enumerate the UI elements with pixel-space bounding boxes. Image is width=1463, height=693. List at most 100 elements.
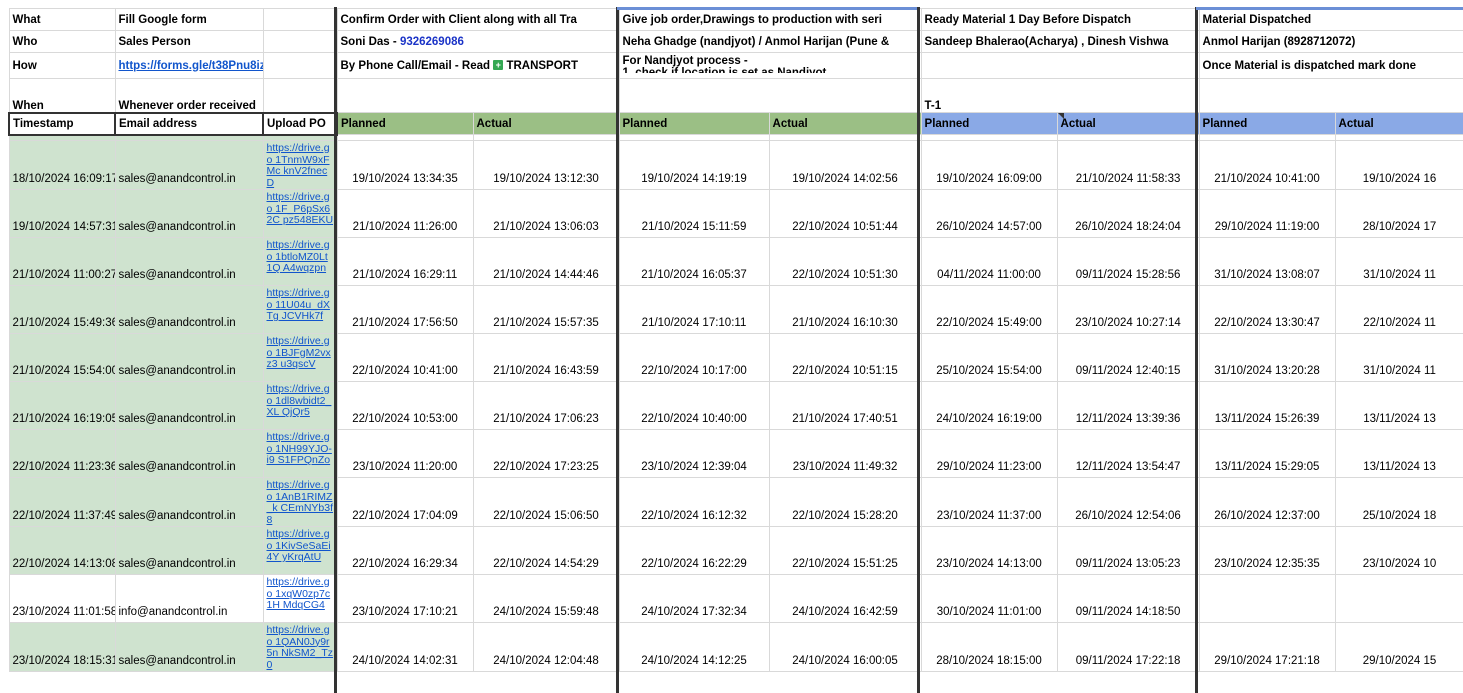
table-row[interactable]: 21/10/2024 11:00:27 sales@anandcontrol.in… [8, 237, 1463, 286]
planned-header-1[interactable]: Planned [336, 112, 474, 135]
upload-po-cell[interactable]: https://drive.go 1TnmW9xFMc knV2fnecD [262, 140, 338, 190]
actual-cell[interactable]: 22/10/2024 14:54:29 [472, 526, 620, 575]
timestamp-cell[interactable]: 19/10/2024 14:57:31 [8, 189, 116, 238]
upload-po-cell[interactable]: https://drive.go 1btloMZ0Lt1Q A4wqzpn [262, 237, 338, 286]
planned-cell[interactable]: 21/10/2024 17:56:50 [336, 285, 474, 334]
planned-cell[interactable]: 22/10/2024 10:41:00 [336, 333, 474, 382]
actual-cell[interactable]: 28/10/2024 17 [1334, 189, 1463, 238]
email-cell[interactable]: info@anandcontrol.in [114, 574, 264, 623]
table-row[interactable]: 22/10/2024 11:37:49 sales@anandcontrol.in… [8, 477, 1463, 527]
planned-cell[interactable]: 23/10/2024 17:10:21 [336, 574, 474, 623]
planned-cell[interactable]: 22/10/2024 17:04:09 [336, 477, 474, 527]
actual-cell[interactable]: 24/10/2024 16:00:05 [768, 622, 922, 672]
actual-cell[interactable]: 22/10/2024 15:06:50 [472, 477, 620, 527]
planned-cell[interactable]: 23/10/2024 11:20:00 [336, 429, 474, 478]
planned-cell[interactable]: 22/10/2024 10:40:00 [618, 381, 770, 430]
planned-cell[interactable]: 24/10/2024 14:02:31 [336, 622, 474, 672]
planned-cell[interactable]: 21/10/2024 10:41:00 [1198, 140, 1336, 190]
actual-cell[interactable]: 24/10/2024 12:04:48 [472, 622, 620, 672]
actual-cell[interactable]: 22/10/2024 17:23:25 [472, 429, 620, 478]
timestamp-cell[interactable]: 21/10/2024 15:49:36 [8, 285, 116, 334]
planned-cell[interactable]: 19/10/2024 14:19:19 [618, 140, 770, 190]
planned-cell[interactable]: 21/10/2024 15:11:59 [618, 189, 770, 238]
timestamp-cell[interactable]: 18/10/2024 16:09:17 [8, 140, 116, 190]
planned-cell[interactable]: 21/10/2024 11:26:00 [336, 189, 474, 238]
planned-cell[interactable]: 22/10/2024 16:22:29 [618, 526, 770, 575]
planned-header-2[interactable]: Planned [618, 112, 770, 135]
planned-header-4[interactable]: Planned [1198, 112, 1336, 135]
timestamp-cell[interactable]: 22/10/2024 11:23:36 [8, 429, 116, 478]
planned-cell[interactable]: 28/10/2024 18:15:00 [920, 622, 1058, 672]
planned-cell[interactable]: 22/10/2024 10:17:00 [618, 333, 770, 382]
planned-cell[interactable]: 26/10/2024 12:37:00 [1198, 477, 1336, 527]
upload-po-header[interactable]: Upload PO [262, 111, 338, 136]
upload-po-cell[interactable]: https://drive.go 1NH99YJO-i9 S1FPQnZo [262, 429, 338, 478]
planned-header-3[interactable]: Planned [920, 112, 1058, 135]
timestamp-cell[interactable]: 22/10/2024 14:13:08 [8, 526, 116, 575]
planned-cell[interactable]: 19/10/2024 16:09:00 [920, 140, 1058, 190]
table-row[interactable]: 22/10/2024 11:23:36 sales@anandcontrol.in… [8, 429, 1463, 478]
upload-po-cell[interactable]: https://drive.go 1QAN0Jy9r5n NkSM2_Tz0 [262, 622, 338, 672]
planned-cell[interactable] [1198, 574, 1336, 623]
actual-cell[interactable]: 19/10/2024 16 [1334, 140, 1463, 190]
actual-cell[interactable]: 23/10/2024 10 [1334, 526, 1463, 575]
timestamp-cell[interactable]: 21/10/2024 11:00:27 [8, 237, 116, 286]
planned-cell[interactable]: 24/10/2024 14:12:25 [618, 622, 770, 672]
planned-cell[interactable]: 22/10/2024 13:30:47 [1198, 285, 1336, 334]
actual-cell[interactable]: 09/11/2024 13:05:23 [1056, 526, 1200, 575]
timestamp-cell[interactable]: 22/10/2024 11:37:49 [8, 477, 116, 527]
form-link[interactable]: https://forms.gle/t38Pnu8izYC4BqMF8 [114, 52, 264, 79]
planned-cell[interactable]: 30/10/2024 11:01:00 [920, 574, 1058, 623]
table-row[interactable]: 21/10/2024 16:19:05 sales@anandcontrol.in… [8, 381, 1463, 430]
upload-po-cell[interactable]: https://drive.go 1xqW0zp7c1H MdqCG4 [262, 574, 338, 623]
table-row[interactable]: 23/10/2024 11:01:58 info@anandcontrol.in h… [8, 574, 1463, 623]
planned-cell[interactable]: 26/10/2024 14:57:00 [920, 189, 1058, 238]
email-cell[interactable]: sales@anandcontrol.in [114, 285, 264, 334]
actual-cell[interactable]: 22/10/2024 11 [1334, 285, 1463, 334]
actual-cell[interactable]: 13/11/2024 13 [1334, 429, 1463, 478]
actual-cell[interactable]: 23/10/2024 10:27:14 [1056, 285, 1200, 334]
actual-cell[interactable]: 09/11/2024 17:22:18 [1056, 622, 1200, 672]
email-cell[interactable]: sales@anandcontrol.in [114, 189, 264, 238]
table-row[interactable]: 23/10/2024 18:15:31 sales@anandcontrol.in… [8, 622, 1463, 672]
timestamp-header[interactable]: Timestamp [8, 111, 116, 136]
planned-cell[interactable]: 23/10/2024 11:37:00 [920, 477, 1058, 527]
actual-cell[interactable]: 19/10/2024 13:12:30 [472, 140, 620, 190]
actual-cell[interactable]: 21/10/2024 15:57:35 [472, 285, 620, 334]
actual-cell[interactable]: 21/10/2024 17:40:51 [768, 381, 922, 430]
actual-cell[interactable]: 26/10/2024 12:54:06 [1056, 477, 1200, 527]
timestamp-cell[interactable]: 21/10/2024 15:54:00 [8, 333, 116, 382]
actual-cell[interactable]: 22/10/2024 10:51:30 [768, 237, 922, 286]
actual-cell[interactable]: 25/10/2024 18 [1334, 477, 1463, 527]
actual-cell[interactable]: 29/10/2024 15 [1334, 622, 1463, 672]
table-row[interactable]: 19/10/2024 14:57:31 sales@anandcontrol.in… [8, 189, 1463, 238]
planned-cell[interactable]: 24/10/2024 16:19:00 [920, 381, 1058, 430]
actual-cell[interactable]: 19/10/2024 14:02:56 [768, 140, 922, 190]
timestamp-cell[interactable]: 21/10/2024 16:19:05 [8, 381, 116, 430]
actual-cell[interactable]: 31/10/2024 11 [1334, 237, 1463, 286]
actual-cell[interactable]: 23/10/2024 11:49:32 [768, 429, 922, 478]
table-row[interactable]: 22/10/2024 14:13:08 sales@anandcontrol.in… [8, 526, 1463, 575]
table-row[interactable]: 18/10/2024 16:09:17 sales@anandcontrol.in… [8, 140, 1463, 190]
upload-po-cell[interactable]: https://drive.go 1AnB1RIMZ_k CEmNYb3f8 [262, 477, 338, 527]
planned-cell[interactable]: 24/10/2024 17:32:34 [618, 574, 770, 623]
email-cell[interactable]: sales@anandcontrol.in [114, 381, 264, 430]
planned-cell[interactable]: 22/10/2024 16:29:34 [336, 526, 474, 575]
actual-cell[interactable]: 21/10/2024 14:44:46 [472, 237, 620, 286]
planned-cell[interactable]: 31/10/2024 13:08:07 [1198, 237, 1336, 286]
upload-po-cell[interactable]: https://drive.go 1dl8wbidt2_XL QjQr5 [262, 381, 338, 430]
actual-cell[interactable]: 31/10/2024 11 [1334, 333, 1463, 382]
planned-cell[interactable]: 29/10/2024 11:23:00 [920, 429, 1058, 478]
actual-cell[interactable] [1334, 574, 1463, 623]
actual-cell[interactable]: 21/10/2024 17:06:23 [472, 381, 620, 430]
planned-cell[interactable]: 04/11/2024 11:00:00 [920, 237, 1058, 286]
planned-cell[interactable]: 13/11/2024 15:29:05 [1198, 429, 1336, 478]
actual-cell[interactable]: 09/11/2024 15:28:56 [1056, 237, 1200, 286]
email-cell[interactable]: sales@anandcontrol.in [114, 477, 264, 527]
table-row[interactable]: 21/10/2024 15:49:36 sales@anandcontrol.in… [8, 285, 1463, 334]
actual-cell[interactable]: 21/10/2024 11:58:33 [1056, 140, 1200, 190]
actual-cell[interactable]: 22/10/2024 10:51:44 [768, 189, 922, 238]
planned-cell[interactable]: 19/10/2024 13:34:35 [336, 140, 474, 190]
actual-cell[interactable]: 21/10/2024 13:06:03 [472, 189, 620, 238]
planned-cell[interactable]: 29/10/2024 17:21:18 [1198, 622, 1336, 672]
